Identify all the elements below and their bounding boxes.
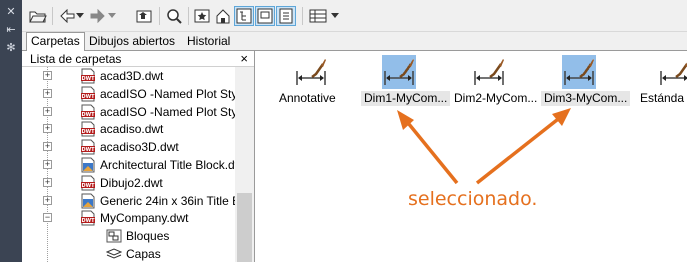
close-icon[interactable]: ✕	[5, 6, 17, 18]
side-strip: ✕ ⇤ ✻	[0, 0, 22, 262]
arrow-line-left	[402, 116, 459, 185]
collapse-icon[interactable]: ⇤	[5, 24, 17, 36]
settings-icon[interactable]: ✻	[5, 42, 17, 54]
annotation-label: seleccionado.	[408, 188, 538, 210]
annotation-arrows	[397, 108, 571, 185]
arrow-line-right	[475, 114, 564, 185]
design-center-panel: Carpetas Dibujos abiertos Historial List…	[22, 0, 687, 262]
